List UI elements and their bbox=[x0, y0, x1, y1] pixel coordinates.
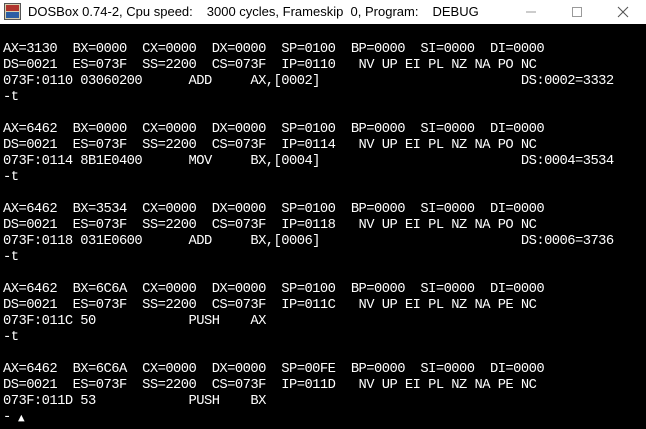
mouse-cursor-icon: ▲ bbox=[18, 411, 25, 424]
console-line: DS=0021 ES=073F SS=2200 CS=073F IP=0114 … bbox=[3, 138, 537, 153]
dosbox-window: DOSBox 0.74-2, Cpu speed: 3000 cycles, Fr… bbox=[0, 0, 646, 429]
console-line: AX=6462 BX=6C6A CX=0000 DX=0000 SP=0100 … bbox=[3, 282, 545, 297]
title-app: DOSBox 0.74-2, Cpu speed: bbox=[28, 4, 193, 19]
console-line: 073F:0110 03060200 ADD AX,[0002] DS:0002… bbox=[3, 74, 614, 89]
console-line: AX=6462 BX=0000 CX=0000 DX=0000 SP=0100 … bbox=[3, 122, 545, 137]
console-line: -t bbox=[3, 170, 19, 185]
close-icon bbox=[617, 6, 629, 18]
minimize-icon bbox=[526, 11, 536, 13]
console-line: DS=0021 ES=073F SS=2200 CS=073F IP=0118 … bbox=[3, 218, 537, 233]
console-line: 073F:011D 53 PUSH BX bbox=[3, 394, 266, 409]
dosbox-app-icon[interactable] bbox=[4, 3, 21, 20]
console-line: 073F:0114 8B1E0400 MOV BX,[0004] DS:0004… bbox=[3, 154, 614, 169]
window-title: DOSBox 0.74-2, Cpu speed: 3000 cycles, Fr… bbox=[28, 4, 479, 19]
console-line: AX=6462 BX=6C6A CX=0000 DX=0000 SP=00FE … bbox=[3, 362, 545, 377]
console-line: AX=6462 BX=3534 CX=0000 DX=0000 SP=0100 … bbox=[3, 202, 545, 217]
console-line: -t bbox=[3, 90, 19, 105]
console-line: - bbox=[3, 410, 11, 425]
console-line: DS=0021 ES=073F SS=2200 CS=073F IP=011D … bbox=[3, 378, 537, 393]
console-line: -t bbox=[3, 250, 19, 265]
app-icon-top bbox=[6, 5, 19, 11]
console-line: DS=0021 ES=073F SS=2200 CS=073F IP=0110 … bbox=[3, 58, 537, 73]
dos-console[interactable]: AX=3130 BX=0000 CX=0000 DX=0000 SP=0100 … bbox=[0, 24, 646, 429]
console-line: 073F:0118 031E0600 ADD BX,[0006] DS:0006… bbox=[3, 234, 614, 249]
title-speed: 3000 cycles, Frameskip 0, Program: bbox=[206, 4, 419, 19]
minimize-button[interactable] bbox=[508, 0, 554, 24]
maximize-icon bbox=[572, 7, 582, 17]
console-line: -t bbox=[3, 330, 19, 345]
console-line: 073F:011C 50 PUSH AX bbox=[3, 314, 266, 329]
console-line: DS=0021 ES=073F SS=2200 CS=073F IP=011C … bbox=[3, 298, 537, 313]
console-line: AX=3130 BX=0000 CX=0000 DX=0000 SP=0100 … bbox=[3, 42, 545, 57]
maximize-button[interactable] bbox=[554, 0, 600, 24]
close-button[interactable] bbox=[600, 0, 646, 24]
title-bar[interactable]: DOSBox 0.74-2, Cpu speed: 3000 cycles, Fr… bbox=[0, 0, 646, 24]
app-icon-bottom bbox=[6, 12, 19, 18]
title-program: DEBUG bbox=[432, 4, 479, 19]
